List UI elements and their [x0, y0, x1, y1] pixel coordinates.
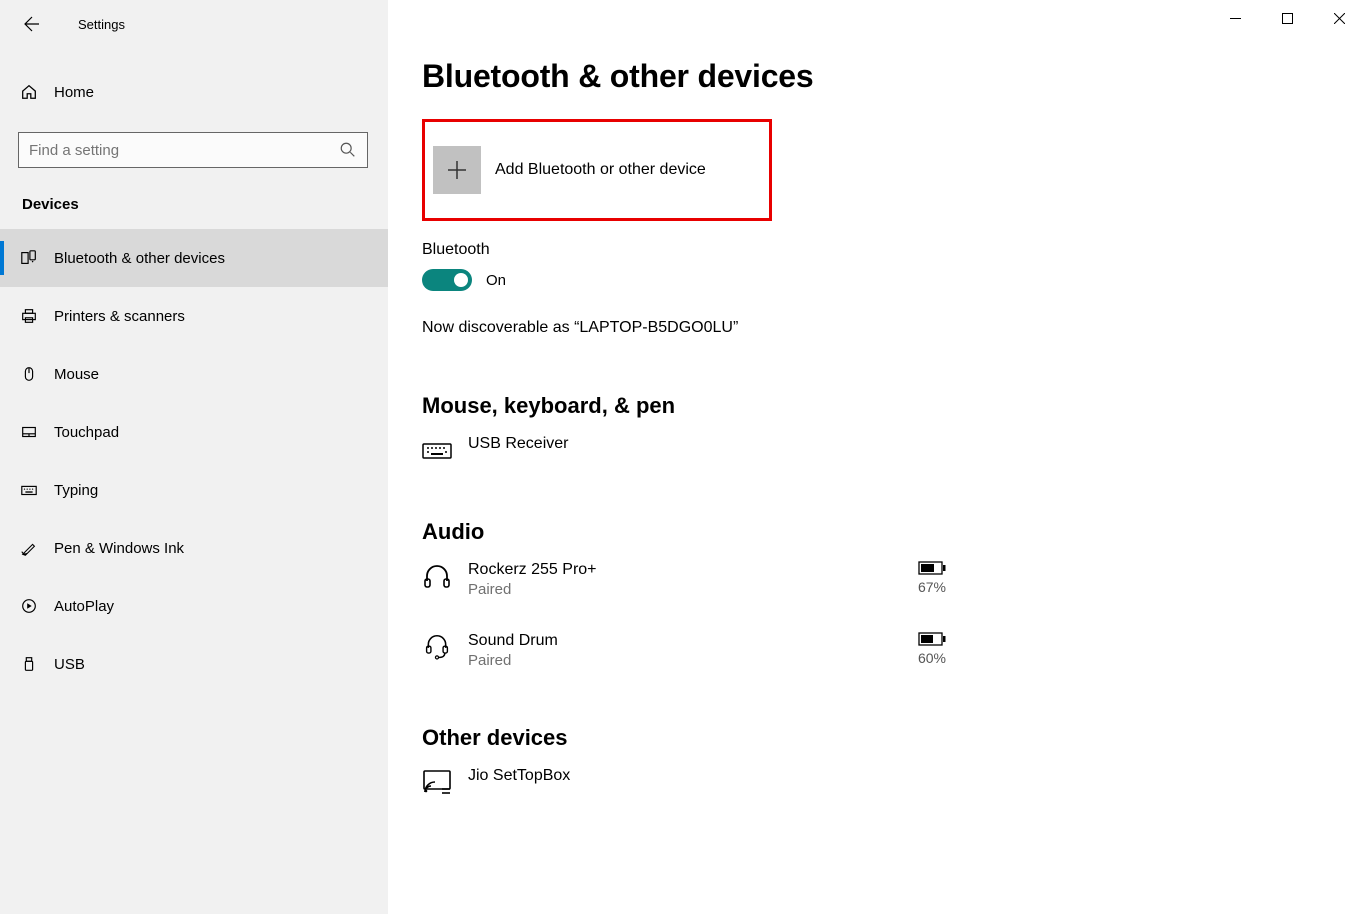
cast-device-icon: [422, 767, 468, 795]
nav-item-label: Bluetooth & other devices: [54, 250, 225, 267]
device-status: Paired: [468, 581, 902, 598]
search-box[interactable]: [18, 132, 368, 168]
battery-icon: [918, 561, 946, 575]
home-link[interactable]: Home: [0, 70, 388, 114]
battery-percent: 67%: [918, 579, 946, 595]
bluetooth-devices-icon: [20, 249, 54, 267]
section-title: Devices: [0, 168, 388, 229]
nav-item-label: Pen & Windows Ink: [54, 540, 184, 557]
minimize-button[interactable]: [1209, 0, 1261, 36]
bluetooth-toggle[interactable]: [422, 269, 472, 291]
printer-icon: [20, 307, 54, 325]
headset-icon: [422, 632, 468, 660]
minimize-icon: [1230, 13, 1241, 24]
nav-item-mouse[interactable]: Mouse: [0, 345, 388, 403]
close-icon: [1334, 13, 1345, 24]
search-icon: [339, 141, 357, 159]
nav-item-label: Touchpad: [54, 424, 119, 441]
pen-icon: [20, 539, 54, 557]
mouse-icon: [20, 365, 54, 383]
device-row[interactable]: Jio SetTopBox: [422, 767, 962, 795]
nav-item-autoplay[interactable]: AutoPlay: [0, 577, 388, 635]
nav-item-label: AutoPlay: [54, 598, 114, 615]
device-battery: 60%: [902, 632, 962, 666]
maximize-icon: [1282, 13, 1293, 24]
nav-list: Bluetooth & other devices Printers & sca…: [0, 229, 388, 693]
nav-item-label: USB: [54, 656, 85, 673]
nav-item-usb[interactable]: USB: [0, 635, 388, 693]
sidebar: Settings Home Devices Bluetooth & other …: [0, 0, 388, 914]
nav-item-label: Mouse: [54, 366, 99, 383]
close-button[interactable]: [1313, 0, 1365, 36]
nav-item-pen[interactable]: Pen & Windows Ink: [0, 519, 388, 577]
home-label: Home: [54, 84, 94, 101]
device-name: Sound Drum: [468, 632, 902, 650]
search-input[interactable]: [29, 142, 339, 159]
usb-icon: [20, 655, 54, 673]
titlebar-title: Settings: [78, 17, 125, 32]
add-device-label: Add Bluetooth or other device: [495, 161, 706, 179]
nav-item-typing[interactable]: Typing: [0, 461, 388, 519]
keyboard-icon: [20, 481, 54, 499]
device-row[interactable]: USB Receiver: [422, 435, 962, 463]
mkp-heading: Mouse, keyboard, & pen: [422, 393, 1365, 419]
audio-heading: Audio: [422, 519, 1365, 545]
window-controls: [1209, 0, 1365, 36]
add-device-button[interactable]: Add Bluetooth or other device: [422, 119, 772, 221]
battery-icon: [918, 632, 946, 646]
maximize-button[interactable]: [1261, 0, 1313, 36]
bluetooth-label: Bluetooth: [422, 241, 1365, 259]
touchpad-icon: [20, 423, 54, 441]
battery-percent: 60%: [918, 650, 946, 666]
device-row[interactable]: Sound Drum Paired 60%: [422, 632, 962, 669]
device-status: Paired: [468, 652, 902, 669]
bluetooth-toggle-row: On: [422, 269, 1365, 291]
autoplay-icon: [20, 597, 54, 615]
titlebar: Settings: [0, 0, 388, 48]
discoverable-text: Now discoverable as “LAPTOP-B5DGO0LU”: [422, 319, 1365, 337]
nav-item-printers[interactable]: Printers & scanners: [0, 287, 388, 345]
device-name: USB Receiver: [468, 435, 962, 453]
nav-item-label: Printers & scanners: [54, 308, 185, 325]
device-row[interactable]: Rockerz 255 Pro+ Paired 67%: [422, 561, 962, 598]
other-heading: Other devices: [422, 725, 1365, 751]
device-name: Jio SetTopBox: [468, 767, 962, 785]
nav-item-touchpad[interactable]: Touchpad: [0, 403, 388, 461]
plus-icon: [446, 159, 468, 181]
device-battery: 67%: [902, 561, 962, 595]
keyboard-device-icon: [422, 435, 468, 463]
arrow-left-icon: [24, 16, 40, 32]
plus-tile: [433, 146, 481, 194]
page-title: Bluetooth & other devices: [422, 58, 1365, 95]
main-panel: Bluetooth & other devices Add Bluetooth …: [388, 0, 1365, 914]
back-button[interactable]: [14, 6, 50, 42]
nav-item-bluetooth[interactable]: Bluetooth & other devices: [0, 229, 388, 287]
device-name: Rockerz 255 Pro+: [468, 561, 902, 579]
headphones-icon: [422, 561, 468, 589]
bluetooth-state: On: [486, 272, 506, 289]
home-icon: [20, 83, 54, 101]
nav-item-label: Typing: [54, 482, 98, 499]
